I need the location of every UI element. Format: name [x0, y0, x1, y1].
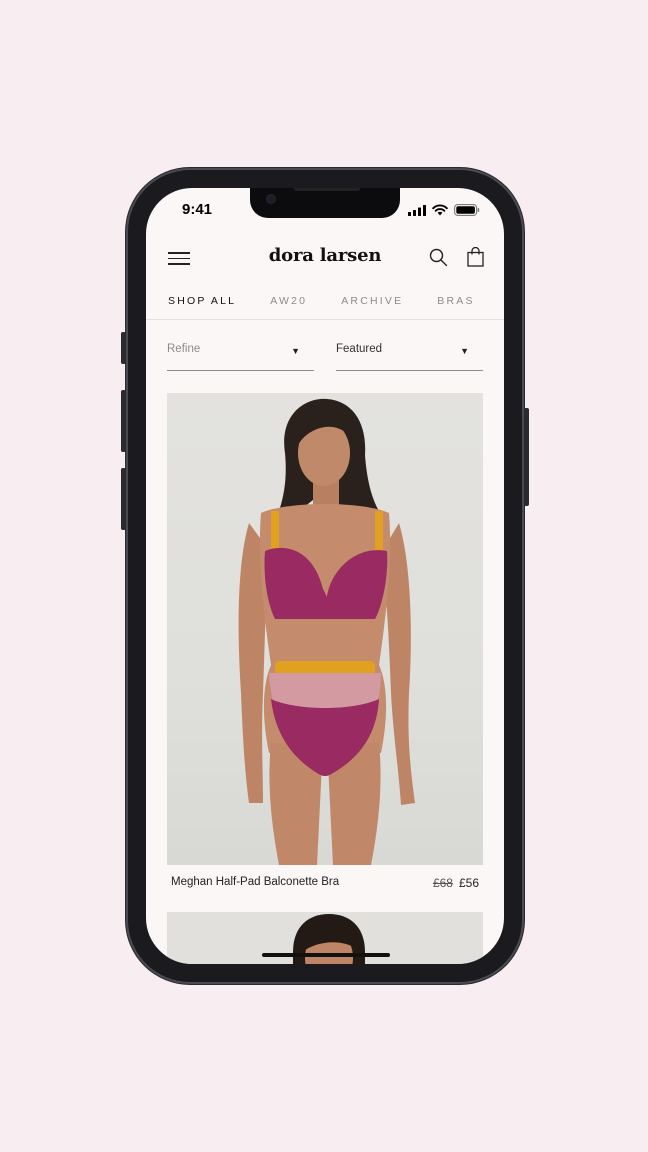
product-name[interactable]: Meghan Half-Pad Balconette Bra [171, 876, 339, 888]
mute-switch [121, 332, 126, 364]
tab-bras[interactable]: BRAS [437, 295, 474, 307]
tab-aw20[interactable]: AW20 [270, 295, 307, 307]
wifi-icon [432, 204, 448, 216]
front-camera [266, 194, 276, 204]
notch [250, 188, 400, 218]
caret-down-icon: ▼ [460, 346, 469, 356]
sort-dropdown[interactable]: Featured ▼ [336, 342, 483, 371]
sort-label: Featured [336, 343, 383, 355]
power-button [524, 408, 529, 506]
product-price: £68 £56 [433, 876, 479, 890]
tabs-divider [146, 319, 504, 320]
status-icons [408, 204, 480, 216]
product-image[interactable] [167, 393, 483, 865]
sale-price: £56 [458, 876, 479, 890]
tab-archive[interactable]: ARCHIVE [341, 295, 403, 307]
refine-label: Refine [167, 343, 201, 355]
app-screen: 9:41 dora larsen SHOP ALL AW20 ARCHIVE B… [146, 188, 504, 964]
volume-down-button [121, 468, 126, 530]
tab-shop-all[interactable]: SHOP ALL [168, 295, 236, 307]
model-illustration [238, 398, 415, 865]
category-tabs: SHOP ALLAW20ARCHIVEBRASK [168, 291, 504, 309]
speaker-grille [294, 188, 360, 191]
status-time: 9:41 [182, 201, 213, 218]
caret-down-icon: ▼ [291, 346, 300, 356]
brand-logo[interactable]: dora larsen [146, 245, 504, 266]
shopping-bag-icon[interactable] [467, 246, 484, 272]
refine-dropdown[interactable]: Refine ▼ [167, 342, 314, 371]
battery-icon [454, 204, 480, 216]
volume-up-button [121, 390, 126, 452]
original-price: £68 [432, 876, 453, 890]
search-icon[interactable] [429, 248, 448, 272]
home-indicator[interactable] [262, 953, 390, 957]
cellular-signal-icon [408, 204, 426, 216]
phone-frame: 9:41 dora larsen SHOP ALL AW20 ARCHIVE B… [121, 168, 529, 984]
